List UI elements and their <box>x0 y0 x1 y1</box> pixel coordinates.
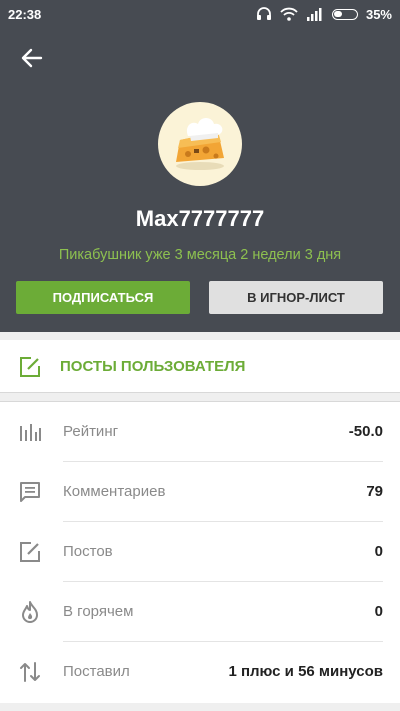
user-stats-list: Рейтинг -50.0 Комментариев 79 Постов 0 В… <box>0 401 400 703</box>
stat-label: Поставил <box>63 663 130 680</box>
user-posts-link[interactable]: ПОСТЫ ПОЛЬЗОВАТЕЛЯ <box>0 340 400 393</box>
signal-icon <box>306 8 322 21</box>
stat-row-voted: Поставил 1 плюс и 56 минусов <box>0 642 400 702</box>
battery-icon <box>331 8 358 20</box>
status-time: 22:38 <box>8 6 42 22</box>
member-since-text: Пикабушник уже 3 месяца 2 недели 3 дня <box>58 247 342 263</box>
stat-label: В горячем <box>63 603 134 620</box>
headphones-icon <box>256 7 271 20</box>
stat-row-hot: В горячем 0 <box>0 582 400 642</box>
up-down-arrows-icon <box>20 662 40 682</box>
avatar[interactable] <box>158 102 242 186</box>
stat-label: Рейтинг <box>63 423 119 440</box>
user-posts-label: ПОСТЫ ПОЛЬЗОВАТЕЛЯ <box>60 358 246 375</box>
edit-icon <box>20 357 40 377</box>
stat-label: Постов <box>63 543 113 560</box>
edit-icon <box>20 542 40 562</box>
wifi-icon <box>280 7 298 21</box>
status-icons: 35% <box>256 7 392 22</box>
subscribe-button[interactable]: ПОДПИСАТЬСЯ <box>16 281 190 314</box>
battery-percent: 35% <box>365 6 392 22</box>
stat-row-posts: Постов 0 <box>0 522 400 582</box>
stat-label: Комментариев <box>63 483 166 500</box>
stat-value: 0 <box>374 603 383 620</box>
username: Max7777777 <box>135 206 265 231</box>
stat-row-rating: Рейтинг -50.0 <box>0 402 400 462</box>
flame-icon <box>22 601 38 623</box>
status-bar: 22:38 35% <box>0 0 400 28</box>
stat-value: 79 <box>366 483 383 500</box>
stat-value: 1 плюс и 56 минусов <box>228 663 383 680</box>
stat-value: -50.0 <box>348 423 383 440</box>
comment-icon <box>20 482 40 502</box>
ignore-list-button[interactable]: В ИГНОР-ЛИСТ <box>209 281 383 314</box>
stat-row-comments: Комментариев 79 <box>0 462 400 522</box>
chef-cheese-avatar-icon <box>176 118 224 170</box>
bar-chart-icon <box>20 424 41 441</box>
back-arrow-icon[interactable] <box>18 44 46 72</box>
profile-header: 22:38 35% Max7777777 Пикабушник уже 3 ме… <box>0 0 400 332</box>
stat-value: 0 <box>374 543 383 560</box>
